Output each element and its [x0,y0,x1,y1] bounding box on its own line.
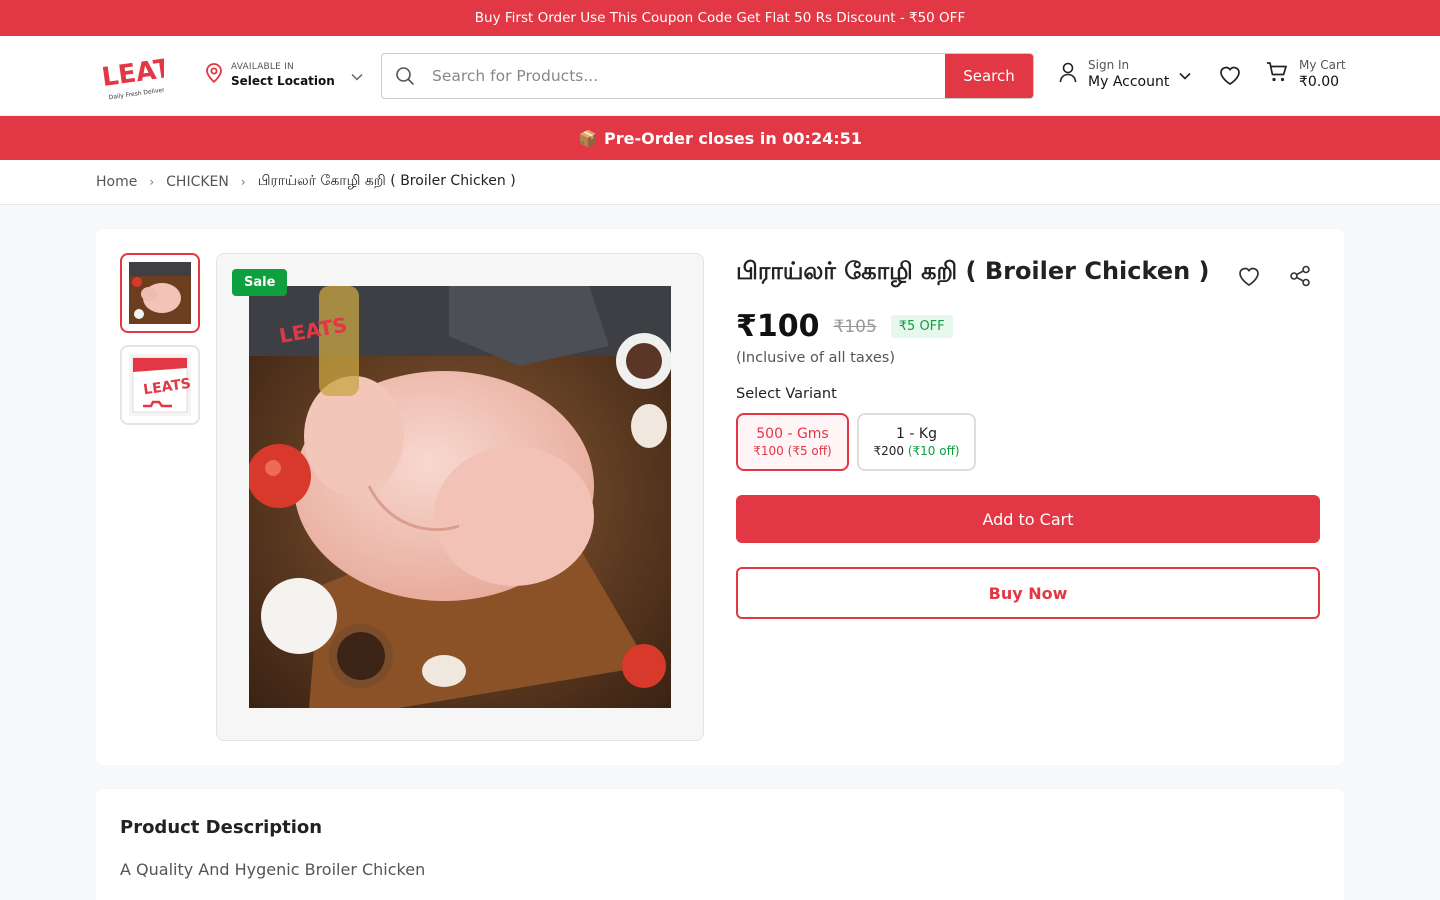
variant-name: 1 - Kg [896,426,937,442]
cart-total: ₹0.00 [1299,74,1340,90]
logo-wordmark: LEATS [100,51,164,93]
breadcrumb: Home › CHICKEN › பிராய்லர் கோழி கறி ( Br… [0,160,1440,205]
chevron-right-icon: › [149,175,155,189]
variant-savings: (₹5 off) [787,444,832,458]
my-account-label: My Account [1088,74,1170,90]
search-icon [382,54,428,98]
variant-price-line: ₹100 (₹5 off) [753,444,831,458]
cart-label: My Cart [1299,58,1346,72]
preorder-countdown-text: Pre-Order closes in 00:24:51 [604,128,862,148]
product-card: LEATS Sale LEATS பிராய்லர் கோழி கறி (Br… [96,229,1344,765]
buy-now-button[interactable]: Buy Now [736,567,1320,619]
brand-logo[interactable]: LEATS Daily Fresh Delivery [100,50,192,102]
original-price: ₹105 [833,316,877,337]
breadcrumb-category[interactable]: CHICKEN [166,174,229,190]
product-main-image[interactable]: LEATS [249,286,671,708]
product-description-card: Product Description A Quality And Hygeni… [96,789,1344,900]
product-wishlist-heart-icon[interactable] [1237,265,1261,291]
variant-label: Select Variant [736,386,837,402]
cart-button[interactable]: My Cart ₹0.00 [1265,58,1346,90]
add-to-cart-button[interactable]: Add to Cart [736,495,1320,543]
search-input[interactable] [428,54,945,98]
selling-price: ₹100 [736,309,820,344]
chevron-down-icon [1179,65,1191,84]
variant-name: 500 - Gms [756,426,829,442]
share-icon[interactable] [1289,265,1311,291]
package-icon: 📦 [578,128,599,148]
product-main-image-frame: Sale LEATS [216,253,704,741]
chevron-down-icon [351,66,363,85]
tax-note: (Inclusive of all taxes) [736,350,895,366]
sign-in-label: Sign In [1088,58,1130,72]
price-row: ₹100 ₹105 ₹5 OFF [736,309,953,344]
preorder-countdown-banner: 📦 Pre-Order closes in 00:24:51 [0,116,1440,160]
promo-banner: Buy First Order Use This Coupon Code Get… [0,0,1440,36]
cart-icon [1265,60,1289,88]
chevron-right-icon: › [240,175,246,189]
search-button[interactable]: Search [945,54,1033,98]
location-caption: AVAILABLE IN [231,62,294,72]
product-thumbnail-package[interactable]: LEATS [120,345,200,425]
wishlist-heart-icon[interactable] [1218,64,1242,90]
product-title: பிராய்லர் கோழி கறி ( Broiler Chicken ) [736,257,1210,285]
variant-price: ₹200 [873,444,904,458]
variant-option-1kg[interactable]: 1 - Kg ₹200 (₹10 off) [857,413,976,471]
user-icon [1058,61,1078,87]
location-value: Select Location [231,74,335,88]
sale-badge: Sale [232,269,288,296]
breadcrumb-current: பிராய்லர் கோழி கறி ( Broiler Chicken ) [257,173,516,189]
variant-option-500g[interactable]: 500 - Gms ₹100 (₹5 off) [736,413,849,471]
description-text: A Quality And Hygenic Broiler Chicken [120,860,426,879]
variant-price: ₹100 [753,444,784,458]
description-heading: Product Description [120,817,323,838]
variant-price-line: ₹200 (₹10 off) [873,444,959,458]
variant-savings: (₹10 off) [907,444,960,458]
discount-badge: ₹5 OFF [890,315,953,338]
breadcrumb-home[interactable]: Home [96,174,137,190]
search-bar: Search [381,53,1034,99]
location-selector[interactable]: AVAILABLE IN Select Location [205,62,363,88]
location-pin-icon [205,63,223,87]
account-menu[interactable]: Sign In My Account [1058,58,1191,90]
product-thumbnail-chicken[interactable] [120,253,200,333]
